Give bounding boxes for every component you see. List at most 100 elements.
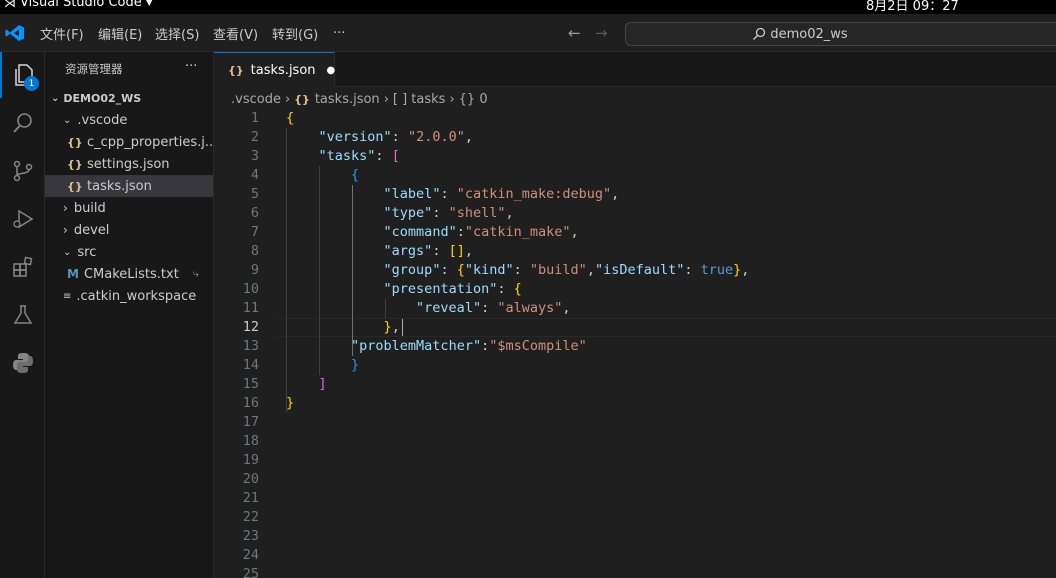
tree-item-label: .catkin_workspace xyxy=(76,288,197,304)
run-debug-icon[interactable] xyxy=(0,196,45,242)
json-file-icon: {} xyxy=(67,179,83,193)
code-line: "version": "2.0.0", xyxy=(318,129,473,145)
code-line: "reveal": "always", xyxy=(416,300,571,316)
tab-label: tasks.json xyxy=(250,62,316,78)
line-number: 8 xyxy=(250,243,259,259)
tree-item-tasks-json[interactable]: {} tasks.json xyxy=(45,175,213,197)
breadcrumb-item[interactable]: {} 0 xyxy=(459,92,488,107)
line-number: 22 xyxy=(242,509,259,525)
title-bar: 文件(F) 编辑(E) 选择(S) 查看(V) 转到(G) ··· ← → de… xyxy=(0,14,1056,52)
menu-more[interactable]: ··· xyxy=(333,14,345,52)
code-line: { xyxy=(286,110,295,126)
source-control-icon[interactable] xyxy=(0,148,45,194)
line-number: 6 xyxy=(250,205,259,221)
menu-file[interactable]: 文件(F) xyxy=(40,14,84,52)
chevron-right-icon: › xyxy=(63,201,68,215)
line-number: 19 xyxy=(242,452,259,468)
code-line: "command":"catkin_make", xyxy=(383,224,579,240)
file-lines-icon: ≡ xyxy=(63,290,72,302)
testing-flask-icon[interactable] xyxy=(0,292,45,338)
tree-item-label: .vscode xyxy=(77,112,128,128)
app-menu[interactable]: ⋊ Visual Studio Code ▼ xyxy=(4,0,153,10)
clock[interactable]: 8月2日 09：27 xyxy=(866,0,959,14)
line-number: 2 xyxy=(250,129,259,145)
line-number: 13 xyxy=(242,338,259,354)
code-line: "label": "catkin_make:debug", xyxy=(383,186,620,202)
explorer-more-button[interactable]: ··· xyxy=(185,59,197,74)
tree-item-vscode-folder[interactable]: ⌄ .vscode xyxy=(45,109,213,131)
command-center-label: demo02_ws xyxy=(770,26,848,42)
menu-selection[interactable]: 选择(S) xyxy=(155,14,199,52)
tree-item-settings-json[interactable]: {} settings.json xyxy=(45,153,213,175)
line-number: 14 xyxy=(242,357,259,373)
vscode-logo-icon xyxy=(5,24,25,42)
line-number: 3 xyxy=(250,148,259,164)
line-number-active: 12 xyxy=(242,319,259,335)
line-number: 18 xyxy=(242,433,259,449)
text-cursor xyxy=(402,319,403,336)
menu-go[interactable]: 转到(G) xyxy=(272,14,318,52)
tree-item-label: tasks.json xyxy=(87,178,152,194)
breadcrumb-item[interactable]: .vscode xyxy=(231,92,281,107)
line-number: 17 xyxy=(242,414,259,430)
tree-item-label: devel xyxy=(73,222,110,238)
breadcrumb: .vscode › {} tasks.json › [ ] tasks › {}… xyxy=(231,89,488,109)
tree-item-label: CMakeLists.txt xyxy=(83,266,179,282)
app-name: Visual Studio Code xyxy=(20,0,142,10)
explorer-files-icon[interactable]: 1 xyxy=(0,52,45,98)
tree-item-cmakelists[interactable]: M CMakeLists.txt ⤷ xyxy=(45,263,213,285)
code-line: ] xyxy=(318,376,327,392)
notification-badge: 1 xyxy=(24,76,39,91)
search-icon[interactable] xyxy=(0,100,45,146)
tree-item-devel-folder[interactable]: › devel xyxy=(45,219,213,241)
tree-item-label: src xyxy=(77,244,97,260)
back-arrow-icon[interactable]: ← xyxy=(568,14,581,52)
tree-item-src-folder[interactable]: ⌄ src xyxy=(45,241,213,263)
chevron-right-icon: › xyxy=(63,223,68,237)
code-line: "group": {"kind": "build","isDefault": t… xyxy=(383,262,750,278)
line-number: 1 xyxy=(250,110,259,126)
code-line: } xyxy=(286,395,295,411)
code-line: "problemMatcher":"$msCompile" xyxy=(351,338,587,354)
code-line: "type": "shell", xyxy=(383,205,514,221)
chevron-right-icon: › xyxy=(383,91,389,107)
tree-item-catkin-workspace[interactable]: ≡ .catkin_workspace xyxy=(45,285,213,307)
code-line: "tasks": [ xyxy=(318,148,400,164)
line-number: 9 xyxy=(250,262,259,278)
vscode-small-icon: ⋊ xyxy=(4,0,16,10)
chevron-down-icon: ⌄ xyxy=(51,92,60,104)
code-editor[interactable]: 1 2 3 4 5 6 7 8 9 10 11 12 13 14 15 16 1… xyxy=(214,109,1056,578)
chevron-down-icon: ⌄ xyxy=(63,246,72,258)
line-number: 11 xyxy=(242,300,259,316)
json-file-icon: {} xyxy=(67,135,83,149)
chevron-down-icon: ⌄ xyxy=(63,114,72,126)
python-icon[interactable] xyxy=(0,340,45,386)
tab-tasks-json[interactable]: {} tasks.json ● xyxy=(214,52,335,87)
tree-item-c-cpp-properties[interactable]: {} c_cpp_properties.j... xyxy=(45,131,213,153)
explorer-title: 资源管理器 xyxy=(65,62,123,76)
breadcrumb-item[interactable]: tasks.json xyxy=(315,92,380,107)
line-number: 25 xyxy=(242,566,259,578)
cmake-file-icon: M xyxy=(67,267,79,281)
line-number: 4 xyxy=(250,167,259,183)
chevron-right-icon: › xyxy=(284,91,291,107)
tree-item-label: settings.json xyxy=(87,156,170,172)
unsaved-dot-icon[interactable]: ● xyxy=(327,65,336,76)
menu-view[interactable]: 查看(V) xyxy=(213,14,258,52)
line-number: 16 xyxy=(242,395,259,411)
command-center[interactable]: demo02_ws xyxy=(625,22,1056,46)
editor-tab-bar: {} tasks.json ● xyxy=(214,52,1056,87)
forward-arrow-icon[interactable]: → xyxy=(595,14,608,52)
tree-item-build-folder[interactable]: › build xyxy=(45,197,213,219)
activity-bar: 1 xyxy=(0,52,45,578)
extensions-icon[interactable] xyxy=(0,244,45,290)
chevron-down-icon: ▼ xyxy=(145,0,153,8)
search-icon xyxy=(753,27,766,40)
line-number: 21 xyxy=(242,490,259,506)
tree-item-label: build xyxy=(73,200,106,216)
workspace-root[interactable]: ⌄ DEMO02_WS xyxy=(45,87,213,109)
breadcrumb-item[interactable]: [ ] tasks xyxy=(393,92,446,107)
menu-edit[interactable]: 编辑(E) xyxy=(98,14,142,52)
line-number: 7 xyxy=(250,224,259,240)
json-file-icon: {} xyxy=(228,63,244,77)
